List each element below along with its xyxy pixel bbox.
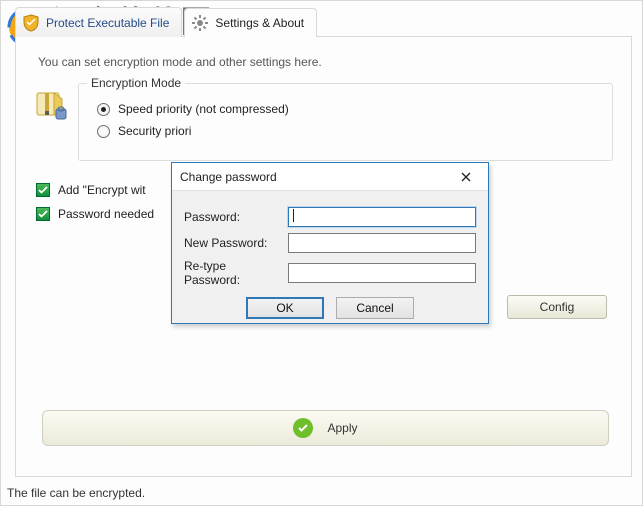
archive-icon <box>34 87 68 121</box>
radio-icon <box>97 103 110 116</box>
radio-speed-priority[interactable]: Speed priority (not compressed) <box>97 102 598 116</box>
button-label: Config <box>540 300 575 314</box>
tab-protect-executable[interactable]: Protect Executable File <box>15 7 182 37</box>
encryption-mode-fieldset: Encryption Mode Speed priority (not comp… <box>78 83 613 161</box>
close-button[interactable] <box>452 167 480 187</box>
dialog-titlebar: Change password <box>172 163 488 191</box>
gear-icon <box>191 14 209 32</box>
change-password-dialog: Change password Password: New Password: … <box>171 162 489 324</box>
radio-security-priority[interactable]: Security priori <box>97 124 598 138</box>
retype-password-input[interactable] <box>288 263 476 283</box>
tabstrip: Protect Executable File Settings & About <box>15 7 632 37</box>
tab-label: Protect Executable File <box>46 9 169 37</box>
ok-button[interactable]: OK <box>246 297 324 319</box>
radio-icon <box>97 125 110 138</box>
check-circle-icon <box>293 418 313 438</box>
cancel-button[interactable]: Cancel <box>336 297 414 319</box>
button-label: Apply <box>327 421 357 435</box>
dialog-title: Change password <box>180 163 277 191</box>
apply-button[interactable]: Apply <box>42 410 609 446</box>
retype-password-label: Re-type Password: <box>184 259 288 287</box>
button-label: OK <box>276 301 293 315</box>
password-input[interactable] <box>288 207 476 227</box>
config-button[interactable]: Config <box>507 295 607 319</box>
fieldset-legend: Encryption Mode <box>87 76 185 90</box>
close-icon <box>461 172 471 182</box>
checkbox-label: Add "Encrypt wit <box>58 183 146 197</box>
password-label: Password: <box>184 210 288 224</box>
dialog-body: Password: New Password: Re-type Password… <box>172 191 488 319</box>
status-bar: The file can be encrypted. <box>7 486 636 500</box>
radio-label: Speed priority (not compressed) <box>118 102 289 116</box>
new-password-label: New Password: <box>184 236 288 250</box>
radio-label: Security priori <box>118 124 191 138</box>
checkbox-icon <box>36 183 50 197</box>
button-label: Cancel <box>356 301 393 315</box>
new-password-input[interactable] <box>288 233 476 253</box>
checkbox-icon <box>36 207 50 221</box>
checkbox-label: Password needed <box>58 207 154 221</box>
shield-icon <box>22 14 40 32</box>
description-text: You can set encryption mode and other se… <box>34 55 613 69</box>
tab-settings-about[interactable]: Settings & About <box>184 8 317 38</box>
tab-label: Settings & About <box>215 9 304 37</box>
